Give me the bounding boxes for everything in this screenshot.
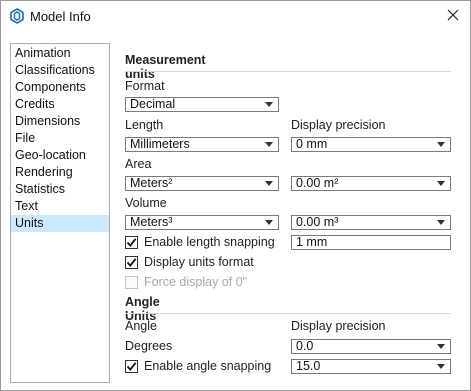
volume-label: Volume: [125, 196, 167, 210]
angle-snapping-value: 15.0: [296, 359, 321, 373]
enable-length-snapping-row[interactable]: Enable length snapping: [125, 235, 275, 249]
display-precision-label: Display precision: [291, 118, 386, 132]
close-icon: [447, 9, 459, 24]
chevron-down-icon: [437, 364, 445, 369]
sidebar-item-units[interactable]: Units: [11, 215, 109, 232]
force-display-label: Force display of 0": [144, 275, 248, 289]
sidebar-item-geo-location[interactable]: Geo-location: [11, 147, 109, 164]
volume-unit-select[interactable]: Meters³: [125, 215, 279, 230]
length-unit-select[interactable]: Millimeters: [125, 137, 279, 152]
angle-label: Angle: [125, 319, 157, 333]
area-label: Area: [125, 157, 152, 171]
sidebar-item-file[interactable]: File: [11, 130, 109, 147]
sidebar-item-text[interactable]: Text: [11, 198, 109, 215]
sidebar-item-statistics[interactable]: Statistics: [11, 181, 109, 198]
length-label: Length: [125, 118, 164, 132]
chevron-down-icon: [265, 181, 273, 186]
angle-unit-value: Degrees: [125, 339, 173, 353]
chevron-down-icon: [265, 102, 273, 107]
sidebar-item-animation[interactable]: Animation: [11, 45, 109, 62]
window-title: Model Info: [30, 9, 91, 24]
area-unit-select[interactable]: Meters²: [125, 176, 279, 191]
angle-snapping-select[interactable]: 15.0: [291, 359, 451, 374]
volume-precision-value: 0.00 m³: [296, 215, 339, 229]
length-unit-value: Millimeters: [130, 137, 190, 151]
measurement-units-heading: Measurement units: [125, 53, 206, 81]
sidebar-item-classifications[interactable]: Classifications: [11, 62, 109, 79]
enable-length-snapping-checkbox[interactable]: [125, 235, 138, 249]
chevron-down-icon: [437, 220, 445, 225]
chevron-down-icon: [437, 181, 445, 186]
enable-angle-snapping-label: Enable angle snapping: [144, 359, 272, 373]
length-precision-select[interactable]: 0 mm: [291, 137, 451, 152]
section-divider: [125, 71, 451, 72]
section-divider: [125, 313, 451, 314]
display-units-format-label: Display units format: [144, 255, 254, 269]
model-info-window: Model Info Animation Classifications Com…: [0, 0, 471, 391]
area-unit-value: Meters²: [130, 176, 173, 190]
angle-display-precision-label: Display precision: [291, 319, 386, 333]
checkmark-icon: [126, 361, 137, 371]
enable-angle-snapping-row[interactable]: Enable angle snapping: [125, 359, 271, 373]
display-units-format-checkbox[interactable]: [125, 255, 138, 269]
title-bar: Model Info: [1, 1, 470, 31]
display-units-format-row[interactable]: Display units format: [125, 255, 254, 269]
force-display-checkbox: [125, 275, 138, 289]
sidebar-item-dimensions[interactable]: Dimensions: [11, 113, 109, 130]
sidebar-item-credits[interactable]: Credits: [11, 96, 109, 113]
angle-precision-value: 0.0: [296, 339, 314, 353]
checkmark-icon: [126, 257, 137, 267]
format-label: Format: [125, 79, 165, 93]
force-display-row: Force display of 0": [125, 275, 247, 289]
chevron-down-icon: [437, 142, 445, 147]
sidebar-item-components[interactable]: Components: [11, 79, 109, 96]
category-list[interactable]: Animation Classifications Components Cre…: [10, 43, 110, 383]
chevron-down-icon: [437, 344, 445, 349]
format-select[interactable]: Decimal: [125, 97, 279, 112]
length-snapping-input[interactable]: 1 mm: [291, 235, 451, 250]
angle-precision-select[interactable]: 0.0: [291, 339, 451, 354]
length-precision-value: 0 mm: [296, 137, 328, 151]
sidebar-item-rendering[interactable]: Rendering: [11, 164, 109, 181]
checkmark-icon: [126, 237, 137, 247]
volume-unit-value: Meters³: [130, 215, 173, 229]
chevron-down-icon: [265, 142, 273, 147]
volume-precision-select[interactable]: 0.00 m³: [291, 215, 451, 230]
close-button[interactable]: [441, 5, 465, 27]
chevron-down-icon: [265, 220, 273, 225]
enable-angle-snapping-checkbox[interactable]: [125, 359, 138, 373]
area-precision-value: 0.00 m²: [296, 176, 339, 190]
format-select-value: Decimal: [130, 97, 176, 111]
sketchup-logo-icon: [9, 8, 25, 24]
area-precision-select[interactable]: 0.00 m²: [291, 176, 451, 191]
enable-length-snapping-label: Enable length snapping: [144, 235, 275, 249]
